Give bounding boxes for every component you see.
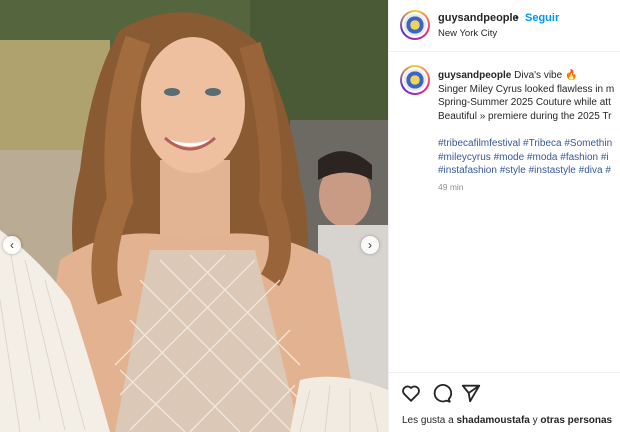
post-location[interactable]: New York City	[438, 28, 497, 39]
heart-icon[interactable]	[400, 382, 422, 404]
hashtag-line[interactable]: #mileycyrus #mode #moda #fashion #i	[438, 152, 609, 163]
photo-illustration	[0, 0, 388, 432]
caption-line: Beautiful » premiere during the 2025 Tr	[438, 110, 612, 122]
caption-block: guysandpeople Diva's vibe 🔥 Singer Miley…	[389, 52, 620, 372]
caption-text: guysandpeople Diva's vibe 🔥 Singer Miley…	[438, 69, 620, 123]
comment-icon[interactable]	[430, 382, 452, 404]
post-photo[interactable]: ‹ ›	[0, 0, 388, 432]
post-timestamp[interactable]: 49 min	[438, 182, 464, 192]
send-icon[interactable]	[460, 382, 482, 404]
caption-line: Singer Miley Cyrus looked flawless in m	[438, 83, 615, 95]
follow-button[interactable]: Seguir	[525, 12, 559, 24]
likes-others[interactable]: otras personas	[540, 415, 612, 426]
next-photo-button[interactable]: ›	[361, 236, 379, 254]
post-side-panel: guysandpeople • Seguir New York City guy…	[388, 0, 620, 432]
caption-title: Diva's vibe	[514, 70, 563, 81]
author-username[interactable]: guysandpeople	[438, 12, 519, 24]
fire-emoji-icon: 🔥	[564, 70, 578, 81]
likes-connector: y	[532, 415, 538, 426]
action-bar: Les gusta a shadamoustafa y otras person…	[389, 372, 620, 432]
previous-photo-button[interactable]: ‹	[3, 236, 21, 254]
hashtags: #tribecafilmfestival #Tribeca #Somethin …	[438, 137, 620, 178]
caption-line: Spring-Summer 2025 Couture while att	[438, 97, 611, 108]
author-avatar[interactable]	[400, 10, 430, 40]
likes-summary[interactable]: Les gusta a shadamoustafa y otras person…	[402, 415, 612, 426]
hashtag-line[interactable]: #tribecafilmfestival #Tribeca #Somethin	[438, 138, 612, 149]
separator-dot: •	[515, 12, 519, 24]
post-header: guysandpeople • Seguir New York City	[389, 0, 620, 52]
caption-username[interactable]: guysandpeople	[438, 70, 511, 81]
caption-avatar[interactable]	[400, 65, 430, 95]
liked-by-user[interactable]: shadamoustafa	[457, 415, 530, 426]
likes-prefix: Les gusta a	[402, 415, 454, 426]
hashtag-line[interactable]: #instafashion #style #instastyle #diva #	[438, 165, 611, 176]
